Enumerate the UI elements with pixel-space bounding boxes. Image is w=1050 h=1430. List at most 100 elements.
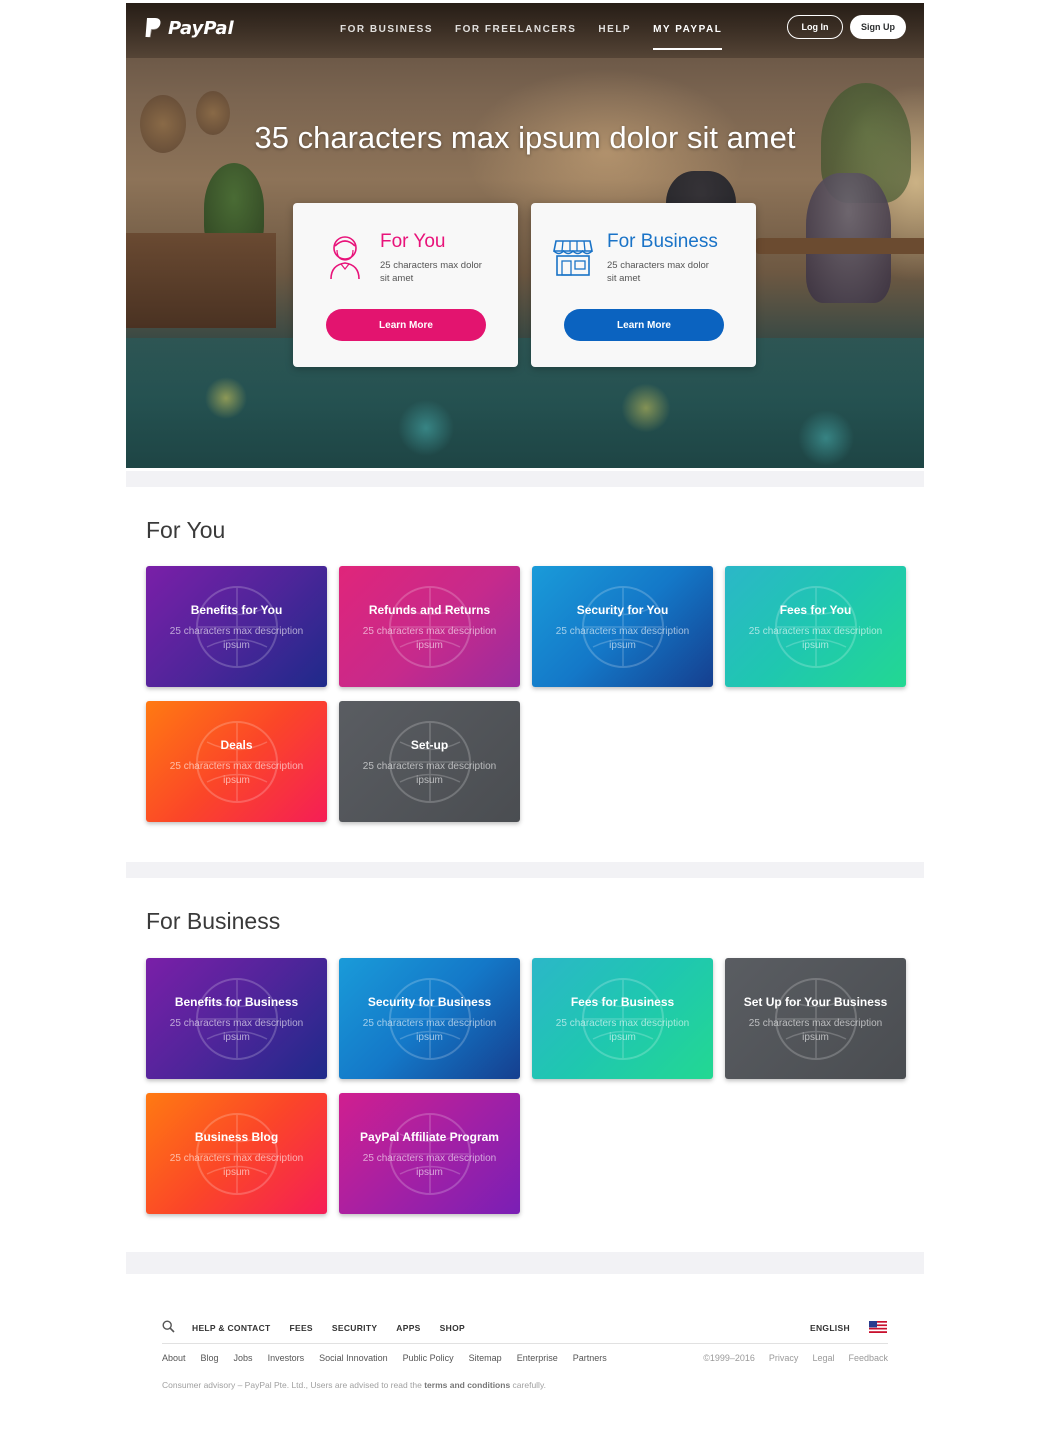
page: PayPal FOR BUSINESS FOR FREELANCERS HELP… bbox=[126, 3, 924, 1430]
section-divider bbox=[126, 1252, 924, 1274]
advisory-text: Consumer advisory – PayPal Pte. Ltd., Us… bbox=[162, 1380, 425, 1390]
nav-link-for-business[interactable]: FOR BUSINESS bbox=[340, 24, 433, 35]
footer-link-about[interactable]: About bbox=[162, 1353, 186, 1363]
footer-nav: HELP & CONTACT FEES SECURITY APPS SHOP E… bbox=[162, 1316, 888, 1344]
us-flag-icon[interactable] bbox=[869, 1321, 887, 1333]
tile-refunds-and-returns[interactable]: Refunds and Returns 25 characters max de… bbox=[339, 566, 520, 687]
consumer-advisory: Consumer advisory – PayPal Pte. Ltd., Us… bbox=[162, 1380, 888, 1390]
tile-deals[interactable]: Deals 25 characters max description ipsu… bbox=[146, 701, 327, 822]
storefront-icon bbox=[553, 240, 593, 276]
tile-title: Business Blog bbox=[194, 1130, 279, 1144]
tile-description: 25 characters max description ipsum bbox=[362, 761, 497, 786]
footer-link-blog[interactable]: Blog bbox=[201, 1353, 219, 1363]
tile-description: 25 characters max description ipsum bbox=[362, 626, 497, 651]
tile-business-blog[interactable]: Business Blog 25 characters max descript… bbox=[146, 1093, 327, 1214]
card-title: For Business bbox=[607, 231, 718, 252]
footer-link-help-contact[interactable]: HELP & CONTACT bbox=[192, 1323, 271, 1333]
footer-link-investors[interactable]: Investors bbox=[268, 1353, 305, 1363]
copyright-text: ©1999–2016 bbox=[703, 1353, 755, 1363]
footer-section: HELP & CONTACT FEES SECURITY APPS SHOP E… bbox=[126, 1274, 924, 1430]
footer-link-sitemap[interactable]: Sitemap bbox=[469, 1353, 502, 1363]
footer-link-enterprise[interactable]: Enterprise bbox=[517, 1353, 558, 1363]
tile-paypal-affiliate-program[interactable]: PayPal Affiliate Program 25 characters m… bbox=[339, 1093, 520, 1214]
logo-text: PayPal bbox=[168, 17, 234, 39]
tile-title: PayPal Affiliate Program bbox=[360, 1130, 499, 1144]
tile-description: 25 characters max description ipsum bbox=[362, 1153, 497, 1178]
footer-link-legal[interactable]: Legal bbox=[812, 1353, 834, 1363]
footer-secondary-links: About Blog Jobs Investors Social Innovat… bbox=[162, 1344, 888, 1372]
tile-security-for-you[interactable]: Security for You 25 characters max descr… bbox=[532, 566, 713, 687]
nav-links: FOR BUSINESS FOR FREELANCERS HELP MY PAY… bbox=[340, 24, 723, 50]
tile-benefits-for-business[interactable]: Benefits for Business 25 characters max … bbox=[146, 958, 327, 1079]
tile-title: Benefits for Business bbox=[174, 995, 299, 1009]
section-title: For Business bbox=[146, 908, 281, 934]
hero-card-for-you: For You 25 characters max dolor sit amet… bbox=[293, 203, 518, 367]
tile-description: 25 characters max description ipsum bbox=[555, 626, 690, 651]
tile-title: Security for You bbox=[576, 603, 669, 617]
tile-title: Refunds and Returns bbox=[368, 603, 491, 617]
tile-set-up[interactable]: Set-up 25 characters max description ips… bbox=[339, 701, 520, 822]
tile-title: Set-up bbox=[410, 738, 449, 752]
hero-banner: PayPal FOR BUSINESS FOR FREELANCERS HELP… bbox=[126, 3, 924, 468]
tile-description: 25 characters max description ipsum bbox=[169, 1018, 304, 1043]
nav-link-for-freelancers[interactable]: FOR FREELANCERS bbox=[455, 24, 576, 35]
signup-button[interactable]: Sign Up bbox=[850, 15, 906, 39]
paypal-logo[interactable]: PayPal bbox=[144, 17, 234, 39]
top-nav: PayPal FOR BUSINESS FOR FREELANCERS HELP… bbox=[126, 3, 924, 55]
tile-description: 25 characters max description ipsum bbox=[555, 1018, 690, 1043]
login-button[interactable]: Log In bbox=[787, 15, 843, 39]
language-selector[interactable]: ENGLISH bbox=[810, 1323, 850, 1333]
tile-fees-for-business[interactable]: Fees for Business 25 characters max desc… bbox=[532, 958, 713, 1079]
tile-title: Fees for Business bbox=[570, 995, 675, 1009]
footer-info-links: About Blog Jobs Investors Social Innovat… bbox=[162, 1353, 607, 1363]
section-title: For You bbox=[146, 517, 226, 543]
tile-description: 25 characters max description ipsum bbox=[169, 626, 304, 651]
tile-security-for-business[interactable]: Security for Business 25 characters max … bbox=[339, 958, 520, 1079]
table-image bbox=[756, 238, 924, 254]
tile-title: Fees for You bbox=[779, 603, 852, 617]
section-divider bbox=[126, 471, 924, 487]
learn-more-button[interactable]: Learn More bbox=[326, 309, 486, 341]
footer-link-partners[interactable]: Partners bbox=[573, 1353, 607, 1363]
footer: HELP & CONTACT FEES SECURITY APPS SHOP E… bbox=[162, 1316, 888, 1390]
nav-link-help[interactable]: HELP bbox=[598, 24, 631, 35]
advisory-text-end: carefully. bbox=[510, 1380, 546, 1390]
tile-description: 25 characters max description ipsum bbox=[169, 1153, 304, 1178]
tile-title: Security for Business bbox=[367, 995, 492, 1009]
tile-benefits-for-you[interactable]: Benefits for You 25 characters max descr… bbox=[146, 566, 327, 687]
footer-link-public-policy[interactable]: Public Policy bbox=[403, 1353, 454, 1363]
tile-set-up-for-your-business[interactable]: Set Up for Your Business 25 characters m… bbox=[725, 958, 906, 1079]
sideboard-image bbox=[126, 233, 276, 328]
footer-link-social-innovation[interactable]: Social Innovation bbox=[319, 1353, 388, 1363]
tile-description: 25 characters max description ipsum bbox=[169, 761, 304, 786]
for-business-section: For Business Benefits for Business 25 ch… bbox=[126, 878, 924, 1252]
tile-fees-for-you[interactable]: Fees for You 25 characters max descripti… bbox=[725, 566, 906, 687]
footer-link-privacy[interactable]: Privacy bbox=[769, 1353, 799, 1363]
footer-link-feedback[interactable]: Feedback bbox=[848, 1353, 888, 1363]
learn-more-button[interactable]: Learn More bbox=[564, 309, 724, 341]
terms-link[interactable]: terms and conditions bbox=[424, 1380, 510, 1390]
footer-legal-links: ©1999–2016 Privacy Legal Feedback bbox=[703, 1353, 888, 1363]
hero-card-for-business: For Business 25 characters max dolor sit… bbox=[531, 203, 756, 367]
tile-description: 25 characters max description ipsum bbox=[362, 1018, 497, 1043]
tile-title: Benefits for You bbox=[190, 603, 283, 617]
hero-title: 35 characters max ipsum dolor sit amet bbox=[254, 120, 796, 155]
person-icon bbox=[330, 236, 360, 280]
for-business-tiles: Benefits for Business 25 characters max … bbox=[146, 958, 908, 1214]
nav-link-my-paypal[interactable]: MY PAYPAL bbox=[653, 24, 723, 50]
footer-link-security[interactable]: SECURITY bbox=[332, 1323, 377, 1333]
search-icon[interactable] bbox=[162, 1320, 175, 1333]
card-title: For You bbox=[380, 231, 446, 252]
rug-image bbox=[126, 338, 924, 468]
for-you-section: For You Benefits for You 25 characters m… bbox=[126, 487, 924, 862]
footer-link-fees[interactable]: FEES bbox=[290, 1323, 313, 1333]
tile-description: 25 characters max description ipsum bbox=[748, 626, 883, 651]
footer-link-apps[interactable]: APPS bbox=[396, 1323, 420, 1333]
tile-description: 25 characters max description ipsum bbox=[748, 1018, 883, 1043]
footer-link-jobs[interactable]: Jobs bbox=[234, 1353, 253, 1363]
section-divider bbox=[126, 862, 924, 878]
for-you-tiles: Benefits for You 25 characters max descr… bbox=[146, 566, 908, 822]
paypal-p-icon bbox=[145, 18, 161, 38]
footer-nav-links: HELP & CONTACT FEES SECURITY APPS SHOP bbox=[192, 1323, 465, 1333]
footer-link-shop[interactable]: SHOP bbox=[440, 1323, 465, 1333]
